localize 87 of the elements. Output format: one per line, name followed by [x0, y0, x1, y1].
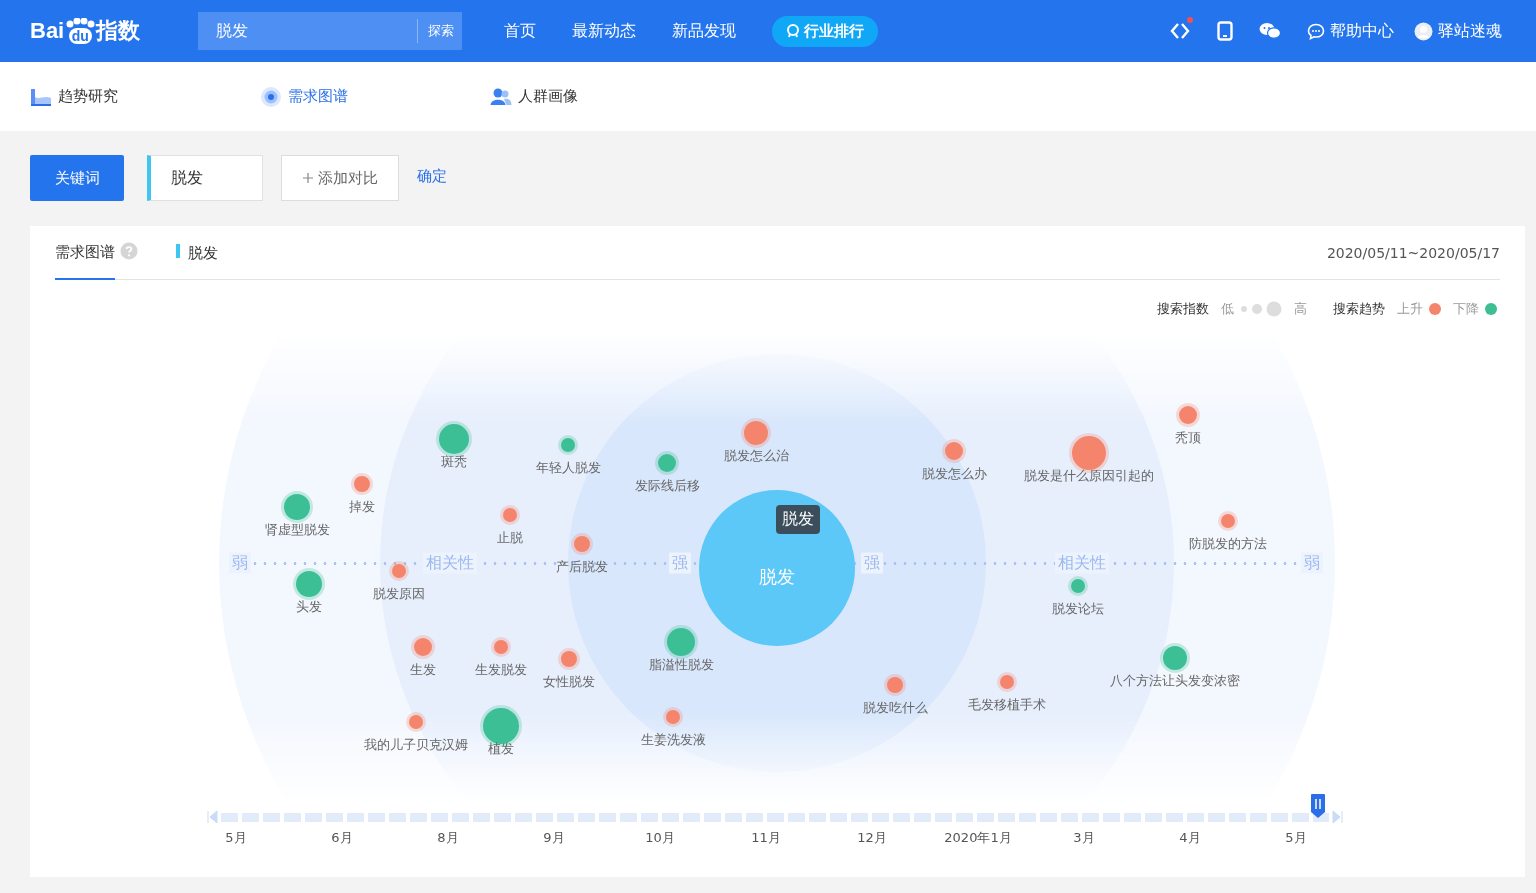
- keyword-label: 八个方法让头发变浓密: [1110, 672, 1240, 690]
- explore-button[interactable]: 探索: [417, 19, 462, 43]
- help-icon[interactable]: [120, 241, 138, 260]
- legend-title: 搜索指数: [1157, 300, 1209, 318]
- series-marker: [176, 243, 180, 258]
- nav-link[interactable]: 首页: [504, 20, 536, 42]
- nav-link[interactable]: 最新动态: [572, 20, 636, 42]
- timeline-label: 5月: [1284, 829, 1308, 847]
- legend-label: 下降: [1453, 300, 1479, 318]
- timeline-label: 5月: [224, 829, 248, 847]
- keyword-label: 止脱: [497, 529, 523, 547]
- timeline-label: 10月: [644, 829, 676, 847]
- keyword-label: 毛发移植手术: [968, 696, 1046, 714]
- phone-icon[interactable]: [1217, 21, 1233, 41]
- keyword-label: 秃顶: [1175, 429, 1201, 447]
- code-icon[interactable]: [1169, 21, 1191, 41]
- sub-tab[interactable]: 需求图谱: [260, 85, 490, 108]
- keyword-label: 女性脱发: [543, 673, 595, 691]
- keyword-label: 产后脱发: [556, 558, 608, 576]
- target-icon: [260, 85, 282, 108]
- chart-icon: [30, 86, 52, 107]
- timeline-label: 2020年1月: [943, 829, 1013, 847]
- size-scale-icon: [1240, 301, 1282, 317]
- keyword-label: 年轻人脱发: [535, 459, 601, 477]
- keyword-label: 脱发怎么治: [723, 447, 789, 465]
- keyword-label: 脱发论坛: [1052, 600, 1104, 618]
- timeline-label: 6月: [330, 829, 354, 847]
- date-range: 2020/05/11~2020/05/17: [1326, 244, 1500, 261]
- logo-text[interactable]: Bai: [30, 18, 65, 44]
- timeline-label: 4月: [1178, 829, 1202, 847]
- legend-title: 搜索趋势: [1333, 300, 1385, 318]
- keyword-label: 生姜洗发液: [640, 731, 706, 749]
- speech-bubble-icon: [1307, 22, 1325, 40]
- left-arrow-icon[interactable]: [205, 810, 219, 824]
- logo-text[interactable]: 指数: [96, 16, 141, 46]
- timeline-label: 8月: [436, 829, 460, 847]
- people-icon: [490, 86, 512, 107]
- sub-tab[interactable]: 趋势研究: [30, 86, 260, 107]
- timeline-handle[interactable]: [1309, 792, 1326, 819]
- keyword-label: 脱发是什么原因引起的: [1024, 467, 1154, 485]
- series-label: 脱发: [188, 243, 218, 263]
- add-compare-button[interactable]: 添加对比: [281, 155, 399, 201]
- timeline-label: 3月: [1072, 829, 1096, 847]
- ranking-button[interactable]: 行业排行: [772, 15, 878, 47]
- keyword-label: 脱发怎么办: [921, 465, 987, 483]
- keyword-label: 掉发: [349, 498, 375, 516]
- ribbon-icon: [786, 24, 800, 38]
- keyword-label: 头发: [296, 598, 322, 616]
- right-arrow-icon[interactable]: [1331, 810, 1345, 824]
- timeline-label: 9月: [542, 829, 566, 847]
- keyword-label: 脱发原因: [373, 585, 425, 603]
- axis-label: 相关性: [1055, 552, 1109, 574]
- chat-bubbles-icon[interactable]: [1259, 22, 1281, 40]
- plus-icon: [302, 172, 314, 184]
- avatar-icon: [1414, 21, 1433, 41]
- paw-logo[interactable]: du: [65, 18, 96, 44]
- keyword-field[interactable]: 脱发: [147, 155, 263, 201]
- keyword-label: 发际线后移: [634, 477, 700, 495]
- axis-label: 相关性: [423, 552, 477, 574]
- keyword-label: 防脱发的方法: [1189, 535, 1267, 553]
- tooltip: 脱发: [776, 505, 820, 534]
- keyword-label: 肾虚型脱发: [264, 521, 330, 539]
- legend-label: 上升: [1397, 300, 1423, 318]
- axis-label: 弱: [1301, 552, 1323, 574]
- keyword-label: 生发: [410, 661, 436, 679]
- keyword-label: 生发脱发: [475, 661, 527, 679]
- axis-label: 强: [861, 552, 883, 574]
- confirm-link[interactable]: 确定: [417, 166, 447, 186]
- legend-label: 低: [1221, 300, 1234, 318]
- search-field[interactable]: 脱发: [214, 20, 417, 42]
- timeline-label: 11月: [750, 829, 782, 847]
- search-bar[interactable]: 脱发 探索: [198, 12, 462, 50]
- sub-tab[interactable]: 人群画像: [490, 86, 720, 107]
- graph-tab[interactable]: 需求图谱: [55, 225, 115, 280]
- keyword-label: 植发: [488, 740, 514, 758]
- keyword-label: 脱发吃什么: [862, 699, 928, 717]
- axis-label: 强: [669, 552, 691, 574]
- keyword-label: 我的儿子贝克汉姆: [364, 736, 468, 754]
- user-menu[interactable]: 驿站迷魂: [1414, 20, 1502, 42]
- keyword-label: 脂溢性脱发: [648, 656, 714, 674]
- axis-label: 弱: [229, 552, 251, 574]
- keyword-button[interactable]: 关键词: [30, 155, 124, 201]
- help-link[interactable]: 帮助中心: [1307, 20, 1394, 42]
- legend-label: 高: [1294, 300, 1307, 318]
- keyword-label: 斑秃: [441, 453, 467, 471]
- timeline-label: 12月: [856, 829, 888, 847]
- nav-link[interactable]: 新品发现: [672, 20, 736, 42]
